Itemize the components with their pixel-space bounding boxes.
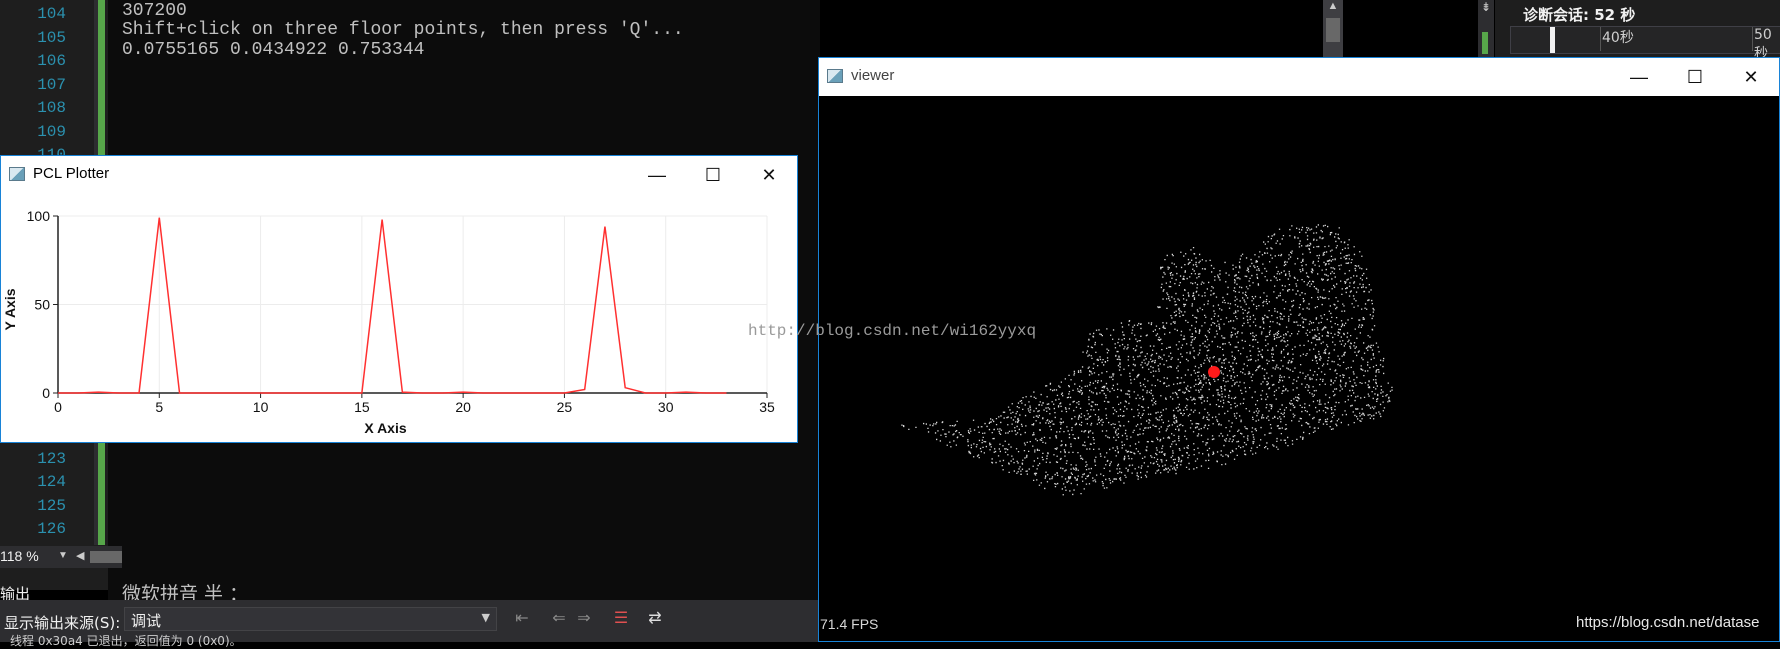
window-title: viewer <box>851 67 895 84</box>
line-number: 123 <box>37 449 66 468</box>
line-number: 107 <box>37 75 66 94</box>
x-tick-label: 35 <box>759 399 775 415</box>
collapse-icon[interactable]: ⇟ <box>1479 0 1493 14</box>
horizontal-scrollbar-thumb[interactable] <box>90 551 122 563</box>
line-number: 124 <box>37 473 66 491</box>
timeline-tick <box>1752 27 1753 51</box>
minimize-button[interactable]: — <box>629 156 685 194</box>
word-wrap-icon[interactable]: ⇄ <box>645 609 665 629</box>
app-icon <box>9 167 25 181</box>
point-cloud[interactable] <box>819 96 1779 641</box>
progress-indicator <box>1482 32 1488 54</box>
x-tick-label: 5 <box>155 399 163 415</box>
point-cloud-canvas[interactable] <box>819 96 1779 641</box>
data-series-line <box>58 217 727 394</box>
y-axis-label: Y Axis <box>2 288 18 330</box>
x-tick-label: 0 <box>54 399 62 415</box>
output-source-select[interactable]: 调试 ▼ <box>124 607 497 631</box>
output-text: 线程 0x30a4 已退出，返回值为 0 (0x0)。 <box>10 634 242 648</box>
y-tick-label: 100 <box>27 208 51 224</box>
timeline-tick-label: 40秒 <box>1602 30 1634 46</box>
maximize-button[interactable]: ☐ <box>1667 58 1723 96</box>
zoom-level[interactable]: 118 % <box>0 548 39 564</box>
x-axis-label: X Axis <box>364 420 406 436</box>
scroll-left-icon[interactable]: ◀ <box>76 549 84 562</box>
x-tick-label: 25 <box>557 399 573 415</box>
console-line: 0.0755165 0.0434922 0.753344 <box>122 40 425 60</box>
cloud-points[interactable] <box>901 224 1393 496</box>
close-button[interactable]: ✕ <box>1723 58 1779 96</box>
blog-watermark: http://blog.csdn.net/wi162yyxq <box>748 322 1037 340</box>
prev-message-icon[interactable]: ⇐ <box>549 609 569 629</box>
line-number: 109 <box>37 122 66 141</box>
plotter-titlebar[interactable]: PCL Plotter — ☐ ✕ <box>1 156 797 194</box>
line-number: 105 <box>37 28 66 47</box>
scrollbar-thumb[interactable] <box>1326 18 1340 42</box>
y-tick-label: 50 <box>34 297 50 313</box>
zoom-control[interactable]: 118 % ▼ ◀ <box>0 546 122 568</box>
window-title: PCL Plotter <box>33 165 110 182</box>
plot-area[interactable]: 0 5 10 15 20 25 30 35 0 50 100 X Axis Y Axis <box>1 194 797 442</box>
line-number: 125 <box>37 496 66 515</box>
x-tick-label: 30 <box>658 399 674 415</box>
line-number: 126 <box>37 520 66 538</box>
close-button[interactable]: ✕ <box>741 156 797 194</box>
fps-counter: 71.4 FPS <box>820 616 879 632</box>
minimize-button[interactable]: — <box>1611 58 1667 96</box>
line-number: 104 <box>37 5 66 23</box>
output-source-label: 显示输出来源(S): <box>4 614 121 632</box>
watermark: https://blog.csdn.net/datase <box>1576 614 1760 631</box>
x-tick-label: 20 <box>455 399 471 415</box>
chevron-down-icon[interactable]: ▼ <box>58 550 68 561</box>
line-chart: 0 5 10 15 20 25 30 35 0 50 100 X Axis Y Axis <box>2 208 775 436</box>
maximize-button[interactable]: ☐ <box>685 156 741 194</box>
console-line: Shift+click on three floor points, then … <box>122 20 684 40</box>
app-icon <box>827 69 843 83</box>
x-tick-label: 15 <box>354 399 370 415</box>
viewer-titlebar[interactable]: viewer — ☐ ✕ <box>819 58 1779 96</box>
chevron-down-icon: ▼ <box>481 611 490 624</box>
y-tick-label: 0 <box>42 385 50 401</box>
timeline-marker[interactable] <box>1550 27 1555 53</box>
x-tick-label: 10 <box>253 399 269 415</box>
selected-point-marker[interactable] <box>1208 366 1220 378</box>
output-source-value: 调试 <box>131 612 162 630</box>
viewer-window[interactable]: viewer — ☐ ✕ <box>818 57 1780 642</box>
next-message-icon[interactable]: ⇒ <box>574 609 594 629</box>
clear-all-icon[interactable]: ☰ <box>611 609 631 629</box>
find-message-icon[interactable]: ⇤ <box>512 609 532 629</box>
line-number: 106 <box>37 52 66 70</box>
line-number: 108 <box>37 99 66 117</box>
diagnostics-session-title: 诊断会话: 52 秒 <box>1523 6 1636 24</box>
pcl-plotter-window[interactable]: PCL Plotter — ☐ ✕ 0 5 10 15 20 25 30 35 0 50 100 X … <box>0 155 798 443</box>
scroll-up-icon[interactable]: ▲ <box>1326 0 1340 16</box>
timeline-tick <box>1600 27 1601 51</box>
